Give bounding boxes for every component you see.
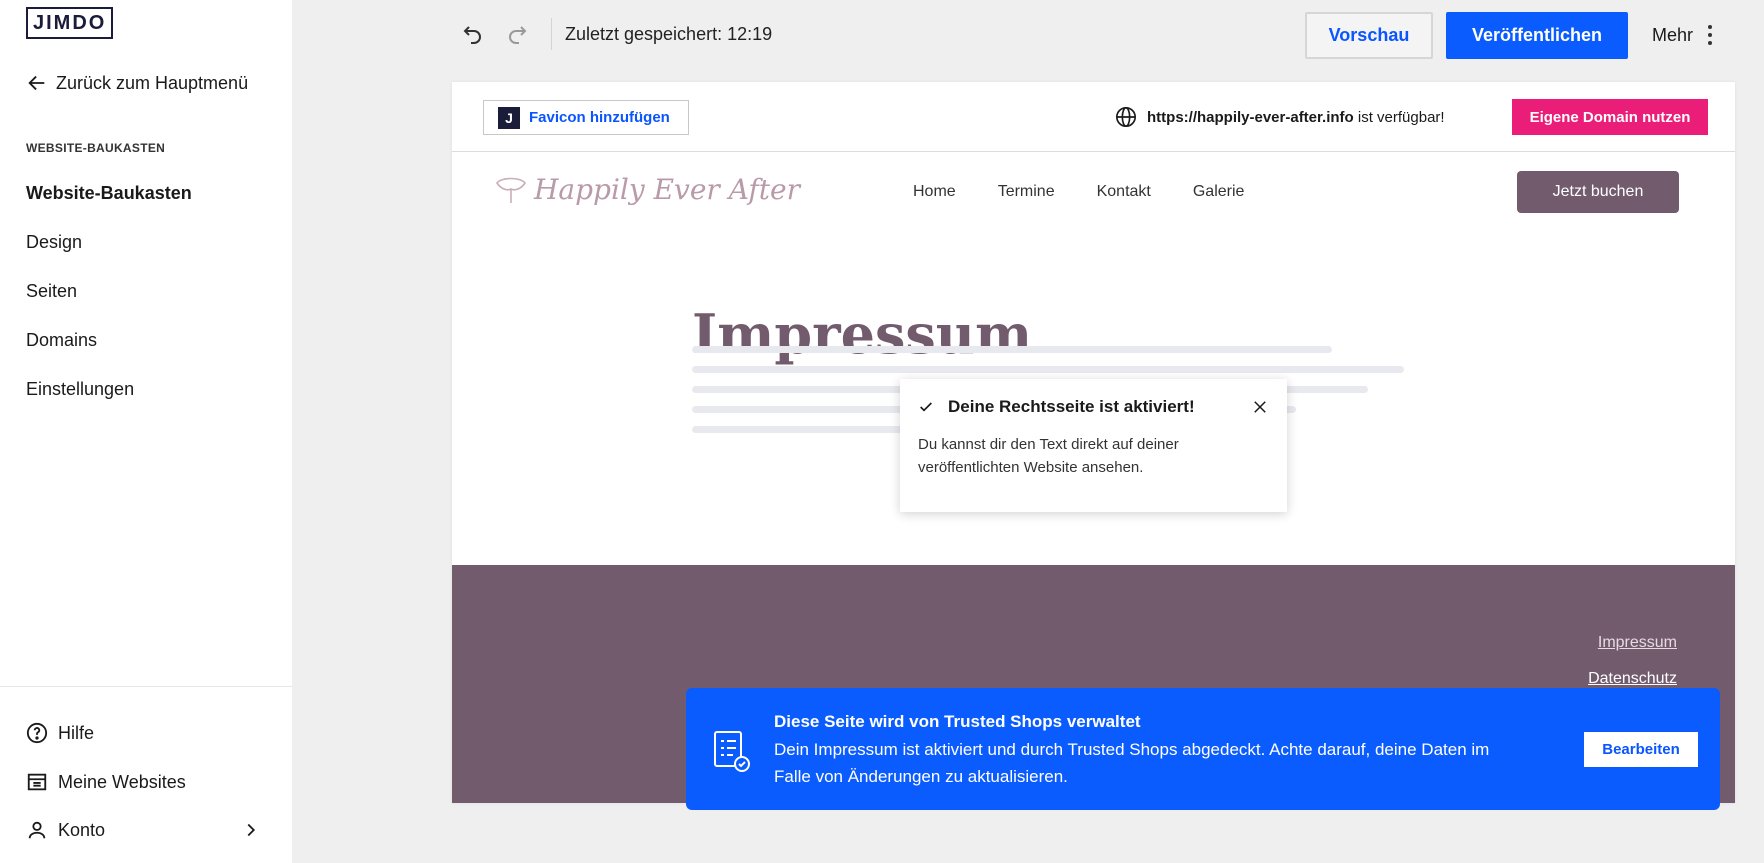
trusted-shops-banner: Diese Seite wird von Trusted Shops verwa…: [686, 688, 1720, 810]
site-nav-galerie[interactable]: Galerie: [1193, 183, 1245, 201]
trusted-shops-title: Diese Seite wird von Trusted Shops verwa…: [774, 712, 1141, 731]
sidebar-item-design[interactable]: Design: [26, 227, 192, 276]
account-label: Konto: [58, 819, 106, 840]
toast-body: Du kannst dir den Text direkt auf deiner…: [918, 436, 1179, 476]
edit-button[interactable]: Bearbeiten: [1584, 732, 1698, 767]
websites-icon: [27, 773, 47, 791]
last-saved-status: Zuletzt gespeichert: 12:19: [565, 24, 773, 44]
site-nav: Home Termine Kontakt Galerie: [913, 183, 1244, 201]
text-placeholder-line: [692, 346, 1332, 353]
site-header: Happily Ever After Home Termine Kontakt …: [452, 153, 1735, 233]
text-placeholder-line: [692, 366, 1404, 373]
sidebar-divider: [0, 686, 292, 687]
help-icon: [26, 722, 48, 744]
redo-icon[interactable]: [505, 22, 529, 46]
back-label: Zurück zum Hauptmenü: [56, 72, 249, 93]
trusted-shops-text: Dein Impressum ist aktiviert und durch T…: [774, 740, 1490, 786]
jimdo-logo[interactable]: JIMDO: [26, 7, 114, 39]
sidebar-item-einstellungen[interactable]: Einstellungen: [26, 374, 192, 423]
my-websites-label: Meine Websites: [58, 771, 186, 792]
site-nav-kontakt[interactable]: Kontakt: [1097, 183, 1151, 201]
help-link[interactable]: Hilfe: [26, 722, 262, 744]
domain-suffix: ist verfügbar!: [1353, 108, 1445, 126]
my-websites-link[interactable]: Meine Websites: [26, 771, 262, 793]
use-own-domain-button[interactable]: Eigene Domain nutzen: [1512, 99, 1708, 135]
close-icon[interactable]: [1251, 398, 1269, 416]
legal-page-toast: Deine Rechtsseite ist aktiviert! Du kann…: [900, 379, 1287, 512]
sidebar-item-domains[interactable]: Domains: [26, 325, 192, 374]
user-icon: [28, 821, 46, 839]
page-title[interactable]: Impressum: [692, 302, 1032, 366]
undo-icon[interactable]: [461, 22, 485, 46]
book-now-button[interactable]: Jetzt buchen: [1517, 171, 1679, 213]
checklist-document-icon: [714, 731, 750, 772]
site-nav-home[interactable]: Home: [913, 183, 956, 201]
domain-bar: J Favicon hinzufügen https://happily-eve…: [452, 82, 1735, 152]
sidebar-nav: Website-Baukasten Design Seiten Domains …: [26, 178, 192, 423]
help-label: Hilfe: [58, 722, 95, 743]
domain-availability: https://happily-ever-after.info ist verf…: [1115, 106, 1445, 128]
vertical-dots-icon: [1708, 25, 1713, 45]
chevron-right-icon: [247, 823, 256, 837]
preview-button[interactable]: Vorschau: [1305, 12, 1433, 59]
toolbar-separator: [551, 18, 552, 50]
favicon-placeholder-icon: J: [498, 106, 520, 129]
site-logo[interactable]: Happily Ever After: [494, 173, 800, 206]
globe-icon: [1116, 107, 1136, 127]
footer-link-datenschutz[interactable]: Datenschutz: [1588, 670, 1677, 688]
domain-url: https://happily-ever-after.info: [1147, 108, 1354, 126]
footer-link-impressum[interactable]: Impressum: [1598, 634, 1677, 652]
sidebar-item-seiten[interactable]: Seiten: [26, 276, 192, 325]
toast-header: Deine Rechtsseite ist aktiviert!: [918, 397, 1269, 417]
ginkgo-leaf-icon: [496, 177, 526, 203]
site-logo-text: Happily Ever After: [534, 173, 800, 206]
sidebar: JIMDO Zurück zum Hauptmenü WEBSITE-BAUKA…: [0, 0, 292, 863]
add-favicon-label: Favicon hinzufügen: [529, 109, 670, 126]
arrow-left-icon: [28, 75, 45, 91]
account-link[interactable]: Konto: [26, 819, 262, 841]
back-to-main-menu[interactable]: Zurück zum Hauptmenü: [26, 72, 248, 94]
sidebar-item-website-baukasten[interactable]: Website-Baukasten: [26, 178, 192, 227]
section-label: WEBSITE-BAUKASTEN: [26, 141, 166, 155]
publish-button[interactable]: Veröffentlichen: [1446, 12, 1628, 59]
more-label: Mehr: [1652, 24, 1694, 45]
more-menu[interactable]: Mehr: [1652, 24, 1713, 46]
site-nav-termine[interactable]: Termine: [998, 183, 1055, 201]
checkmark-icon: [920, 402, 932, 412]
toast-title: Deine Rechtsseite ist aktiviert!: [948, 397, 1195, 416]
add-favicon-button[interactable]: J Favicon hinzufügen: [483, 100, 689, 135]
